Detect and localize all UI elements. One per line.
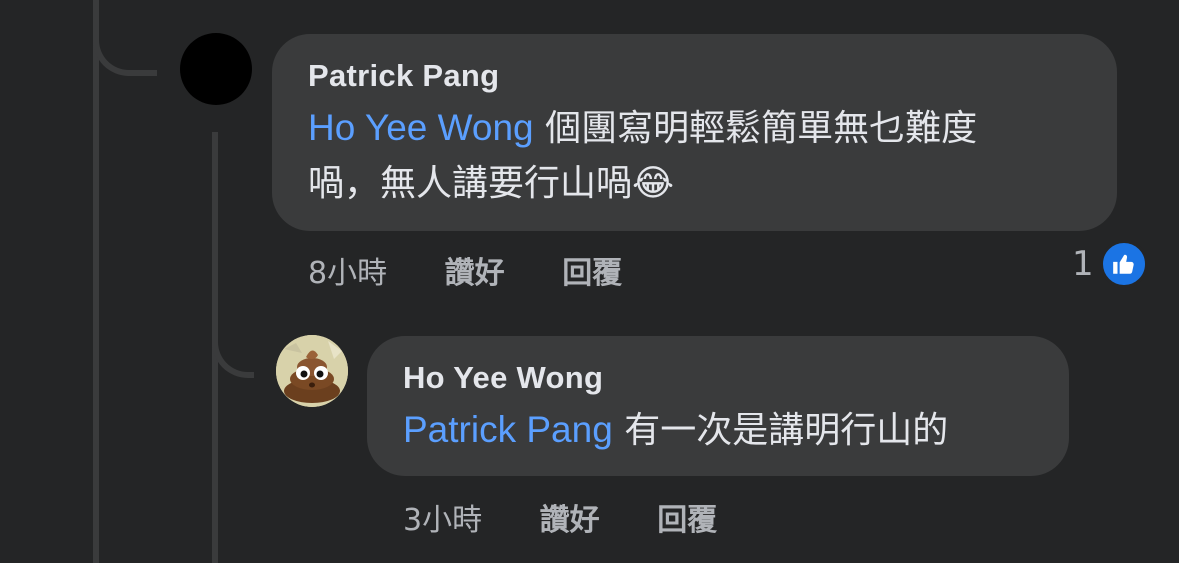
mention-link[interactable]: Ho Yee Wong — [308, 107, 534, 148]
comment-text-line1: 個團寫明輕鬆簡單無乜難度 — [533, 108, 978, 149]
thread-curve-top — [93, 0, 157, 76]
thread-curve-reply — [212, 300, 254, 378]
comment-text-line2: 喎，無人講要行山喎 — [308, 163, 633, 204]
thread-line-outer — [93, 0, 99, 563]
reaction-count: 1 — [1072, 244, 1094, 284]
comment-text: Ho Yee Wong 個團寫明輕鬆簡單無乜難度 喎，無人講要行山喎😂 — [308, 100, 1081, 211]
mention-link[interactable]: Patrick Pang — [403, 409, 613, 450]
comment-timestamp[interactable]: 3小時 — [403, 495, 482, 539]
comment-bubble-ho-yee-wong: Ho Yee Wong Patrick Pang 有一次是講明行山的 — [367, 336, 1069, 476]
comment-text-line1: 有一次是講明行山的 — [612, 410, 949, 451]
laughing-tears-emoji-icon: 😂 — [632, 163, 675, 204]
comment-bubble-patrick-pang: Patrick Pang Ho Yee Wong 個團寫明輕鬆簡單無乜難度 喎，… — [272, 34, 1117, 231]
comment-author[interactable]: Ho Yee Wong — [403, 360, 1033, 396]
reply-button[interactable]: 回覆 — [657, 495, 717, 539]
reply-button[interactable]: 回覆 — [562, 248, 622, 292]
comment-author[interactable]: Patrick Pang — [308, 58, 1081, 94]
comment-actions: 3小時 讚好 回覆 — [403, 495, 717, 539]
comment-actions: 8小時 讚好 回覆 — [308, 248, 622, 292]
avatar-ho-yee-wong[interactable] — [276, 335, 348, 407]
like-thumbs-up-icon — [1099, 240, 1148, 288]
like-button[interactable]: 讚好 — [445, 248, 505, 292]
like-button[interactable]: 讚好 — [540, 495, 600, 539]
reaction-summary[interactable]: 1 — [1072, 240, 1148, 288]
comment-timestamp[interactable]: 8小時 — [308, 248, 387, 292]
avatar-patrick-pang[interactable] — [180, 33, 252, 105]
comment-text: Patrick Pang 有一次是講明行山的 — [403, 402, 1033, 458]
poop-emoji-icon — [276, 335, 348, 407]
